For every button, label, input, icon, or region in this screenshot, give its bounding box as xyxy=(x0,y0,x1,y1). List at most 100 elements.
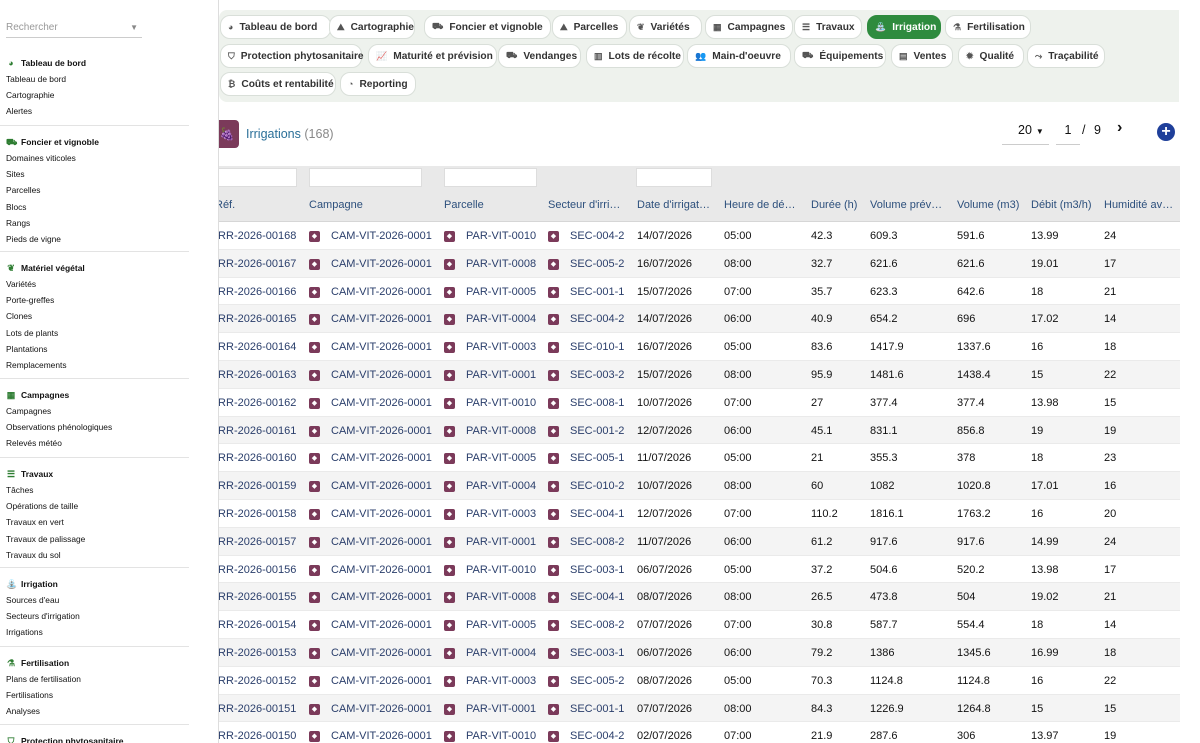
table-cell[interactable]: CAM-VIT-2026-0001 xyxy=(331,286,432,298)
tab-vendanges[interactable]: ⛟ Vendanges xyxy=(498,44,581,68)
table-row[interactable]: IRR-2026-00150 ◆ CAM-VIT-2026-0001 ◆ PAR-VIT… xyxy=(219,722,1180,743)
sidebar-item[interactable]: Analyses xyxy=(0,703,189,719)
table-row[interactable]: IRR-2026-00163 ◆ CAM-VIT-2026-0001 ◆ PAR-VIT… xyxy=(219,361,1180,389)
table-cell[interactable]: IRR-2026-00165 xyxy=(219,313,296,325)
tab-parcelles[interactable]: ⛰ Parcelles xyxy=(552,15,627,39)
column-header[interactable]: Humidité av… xyxy=(1104,199,1173,211)
sidebar-section-header[interactable]: ☰ Travaux xyxy=(0,466,189,482)
table-row[interactable]: IRR-2026-00154 ◆ CAM-VIT-2026-0001 ◆ PAR-VIT… xyxy=(219,611,1180,639)
table-cell[interactable]: SEC-003-1 xyxy=(570,564,624,576)
table-row[interactable]: IRR-2026-00153 ◆ CAM-VIT-2026-0001 ◆ PAR-VIT… xyxy=(219,639,1180,667)
page-number-input[interactable]: 1 xyxy=(1056,123,1080,145)
table-cell[interactable]: CAM-VIT-2026-0001 xyxy=(331,452,432,464)
table-row[interactable]: IRR-2026-00151 ◆ CAM-VIT-2026-0001 ◆ PAR-VIT… xyxy=(219,694,1180,723)
tab-lots-de-r-colte[interactable]: ▥ Lots de récolte xyxy=(586,44,684,68)
table-cell[interactable]: PAR-VIT-0005 xyxy=(466,452,536,464)
sidebar-item[interactable]: Clones xyxy=(0,308,189,324)
table-cell[interactable]: PAR-VIT-0010 xyxy=(466,397,536,409)
add-record-button[interactable]: + xyxy=(1157,123,1175,141)
table-cell[interactable]: PAR-VIT-0001 xyxy=(466,369,536,381)
next-page-icon[interactable]: › xyxy=(1117,119,1122,137)
table-cell[interactable]: CAM-VIT-2026-0001 xyxy=(331,591,432,603)
table-cell[interactable]: PAR-VIT-0003 xyxy=(466,508,536,520)
tab-foncier-et-vignoble[interactable]: ⛟ Foncier et vignoble xyxy=(424,15,551,39)
column-header[interactable]: Durée (h) xyxy=(811,199,857,211)
sidebar-item[interactable]: Travaux en vert xyxy=(0,514,189,530)
table-cell[interactable]: CAM-VIT-2026-0001 xyxy=(331,703,432,715)
sidebar-section-header[interactable]: ◕ Tableau de bord xyxy=(0,55,189,71)
column-header[interactable]: Volume (m3) xyxy=(957,199,1019,211)
sidebar-item[interactable]: Irrigations xyxy=(0,624,189,640)
table-cell[interactable]: SEC-003-1 xyxy=(570,647,624,659)
table-cell[interactable]: PAR-VIT-0001 xyxy=(466,703,536,715)
table-cell[interactable]: PAR-VIT-0001 xyxy=(466,536,536,548)
column-header[interactable]: Date d'irrigat… xyxy=(637,199,710,211)
table-cell[interactable]: PAR-VIT-0010 xyxy=(466,230,536,242)
table-cell[interactable]: PAR-VIT-0008 xyxy=(466,258,536,270)
sidebar-section-header[interactable]: ⚗ Fertilisation xyxy=(0,655,189,671)
sidebar-item[interactable]: Tableau de bord xyxy=(0,71,189,87)
table-cell[interactable]: IRR-2026-00154 xyxy=(219,619,296,631)
table-cell[interactable]: IRR-2026-00159 xyxy=(219,480,296,492)
table-cell[interactable]: IRR-2026-00163 xyxy=(219,369,296,381)
sidebar-item[interactable]: Parcelles xyxy=(0,182,189,198)
sidebar-item[interactable]: Variétés xyxy=(0,276,189,292)
sidebar-item[interactable]: Campagnes xyxy=(0,403,189,419)
table-cell[interactable]: CAM-VIT-2026-0001 xyxy=(331,647,432,659)
table-cell[interactable]: CAM-VIT-2026-0001 xyxy=(331,730,432,742)
sidebar-item[interactable]: Plantations xyxy=(0,341,189,357)
sidebar-item[interactable]: Remplacements xyxy=(0,357,189,373)
tab-irrigation[interactable]: ⛲ Irrigation xyxy=(867,15,941,39)
tab-cartographie[interactable]: ⛰ Cartographie xyxy=(329,15,415,39)
tab-reporting[interactable]: ◔ Reporting xyxy=(340,72,416,96)
tab-campagnes[interactable]: ▦ Campagnes xyxy=(705,15,793,39)
table-cell[interactable]: SEC-004-1 xyxy=(570,508,624,520)
table-cell[interactable]: SEC-008-2 xyxy=(570,619,624,631)
sidebar-item[interactable]: Travaux de palissage xyxy=(0,531,189,547)
filter-date-input[interactable] xyxy=(636,168,712,187)
table-row[interactable]: IRR-2026-00166 ◆ CAM-VIT-2026-0001 ◆ PAR-VIT… xyxy=(219,277,1180,306)
table-cell[interactable]: IRR-2026-00162 xyxy=(219,397,296,409)
sidebar-section-header[interactable]: ⛉ Protection phytosanitaire xyxy=(0,733,189,743)
table-cell[interactable]: CAM-VIT-2026-0001 xyxy=(331,397,432,409)
table-cell[interactable]: PAR-VIT-0004 xyxy=(466,647,536,659)
column-header[interactable]: Heure de dé… xyxy=(724,199,796,211)
table-cell[interactable]: PAR-VIT-0005 xyxy=(466,286,536,298)
table-row[interactable]: IRR-2026-00158 ◆ CAM-VIT-2026-0001 ◆ PAR-VIT… xyxy=(219,500,1180,528)
table-cell[interactable]: CAM-VIT-2026-0001 xyxy=(331,313,432,325)
table-row[interactable]: IRR-2026-00165 ◆ CAM-VIT-2026-0001 ◆ PAR-VIT… xyxy=(219,305,1180,334)
table-row[interactable]: IRR-2026-00164 ◆ CAM-VIT-2026-0001 ◆ PAR-VIT… xyxy=(219,333,1180,361)
table-cell[interactable]: IRR-2026-00151 xyxy=(219,703,296,715)
table-row[interactable]: IRR-2026-00156 ◆ CAM-VIT-2026-0001 ◆ PAR-VIT… xyxy=(219,555,1180,584)
tab-protection-phytosanitaire[interactable]: ⛉ Protection phytosanitaire xyxy=(220,44,364,68)
table-cell[interactable]: SEC-004-1 xyxy=(570,591,624,603)
table-cell[interactable]: IRR-2026-00156 xyxy=(219,564,296,576)
table-cell[interactable]: SEC-001-1 xyxy=(570,703,624,715)
table-cell[interactable]: SEC-010-1 xyxy=(570,341,624,353)
sidebar-item[interactable]: Tâches xyxy=(0,482,189,498)
table-cell[interactable]: IRR-2026-00167 xyxy=(219,258,296,270)
table-cell[interactable]: CAM-VIT-2026-0001 xyxy=(331,508,432,520)
table-cell[interactable]: PAR-VIT-0003 xyxy=(466,341,536,353)
sidebar-item[interactable]: Domaines viticoles xyxy=(0,150,189,166)
page-size-select[interactable]: 20 ▼ xyxy=(1002,123,1049,145)
table-cell[interactable]: CAM-VIT-2026-0001 xyxy=(331,369,432,381)
tab-travaux[interactable]: ☰ Travaux xyxy=(794,15,862,39)
table-cell[interactable]: PAR-VIT-0004 xyxy=(466,313,536,325)
table-cell[interactable]: PAR-VIT-0010 xyxy=(466,564,536,576)
filter-campagne-input[interactable] xyxy=(309,168,422,187)
table-row[interactable]: IRR-2026-00162 ◆ CAM-VIT-2026-0001 ◆ PAR-VIT… xyxy=(219,388,1180,417)
sidebar-search-input[interactable]: Rechercher ▼ xyxy=(6,16,142,38)
table-cell[interactable]: PAR-VIT-0004 xyxy=(466,480,536,492)
column-header[interactable]: Secteur d'irri… xyxy=(548,199,620,211)
table-cell[interactable]: IRR-2026-00153 xyxy=(219,647,296,659)
sidebar-section-header[interactable]: ▦ Campagnes xyxy=(0,387,189,403)
sidebar-item[interactable]: Lots de plants xyxy=(0,325,189,341)
table-cell[interactable]: SEC-003-2 xyxy=(570,369,624,381)
table-cell[interactable]: IRR-2026-00166 xyxy=(219,286,296,298)
sidebar-item[interactable]: Pieds de vigne xyxy=(0,231,189,247)
table-cell[interactable]: IRR-2026-00164 xyxy=(219,341,296,353)
sidebar-item[interactable]: Observations phénologiques xyxy=(0,419,189,435)
table-cell[interactable]: SEC-005-1 xyxy=(570,452,624,464)
table-cell[interactable]: SEC-008-1 xyxy=(570,397,624,409)
